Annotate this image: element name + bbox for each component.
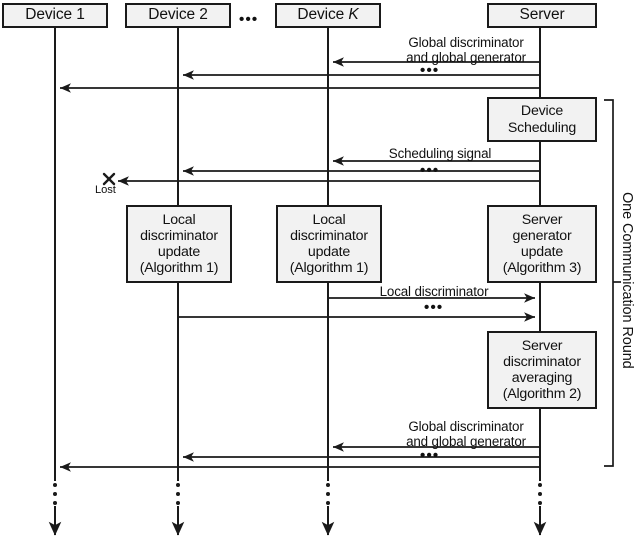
lifeline-header-device1-label: Device 1 — [25, 6, 85, 24]
message-ellipsis-global-broadcast-top: ••• — [420, 62, 440, 79]
process-box-line-3: update — [520, 244, 564, 260]
process-box-line-3: update — [157, 244, 201, 260]
message-global-broadcast-top — [59, 57, 540, 93]
process-box-line-2: Scheduling — [507, 119, 577, 136]
message-ellipsis-global-broadcast-bottom: ••• — [420, 447, 440, 464]
process-box-line-3: averaging — [511, 370, 573, 386]
process-box-line-1: Local — [162, 211, 196, 228]
header-ellipsis: ••• — [239, 11, 259, 28]
continuation-dots-device2 — [176, 483, 180, 505]
lifeline-header-server[interactable]: Server — [487, 3, 597, 28]
communication-round-label: One Communication Round — [619, 192, 635, 369]
message-label-line-1: Global discriminator — [408, 419, 524, 434]
continuation-arrows — [48, 506, 547, 536]
process-box-line-3: update — [307, 244, 351, 260]
message-label-local-discriminator-upload: Local discriminator — [334, 284, 534, 299]
process-box-local-discriminator-update-device1[interactable]: Local discriminator update (Algorithm 1) — [126, 205, 232, 283]
message-label-global-broadcast-bottom: Global discriminator and global generato… — [340, 419, 592, 449]
lost-message-label: Lost — [95, 184, 116, 196]
lifeline-header-device2[interactable]: Device 2 — [125, 3, 231, 28]
message-local-discriminator-upload — [178, 293, 536, 322]
lifeline-header-devicek[interactable]: Device K — [275, 3, 381, 28]
continuation-dots-device1 — [53, 483, 57, 505]
lifeline-header-device2-label: Device 2 — [148, 6, 208, 24]
process-box-line-4: (Algorithm 1) — [289, 260, 369, 277]
process-box-line-4: (Algorithm 1) — [139, 260, 219, 277]
message-label-line-2: and global generator — [406, 434, 526, 449]
message-label-scheduling-signal: Scheduling signal — [340, 146, 540, 161]
process-box-line-1: Local — [312, 211, 346, 228]
lifeline-header-devicek-label: Device K — [297, 7, 358, 23]
process-box-line-4: (Algorithm 2) — [502, 386, 582, 403]
process-box-line-1: Device — [520, 103, 564, 120]
continuation-dots-server — [538, 483, 542, 505]
process-box-line-2: generator — [512, 227, 572, 244]
lost-message-marker — [102, 172, 116, 186]
process-box-line-2: discriminator — [140, 227, 218, 244]
process-box-line-1: Server — [521, 337, 563, 354]
message-ellipsis-scheduling-signal: ••• — [420, 162, 440, 179]
message-label-line-1: Global discriminator — [408, 35, 524, 50]
lifeline-header-device1[interactable]: Device 1 — [2, 3, 108, 28]
message-label-global-broadcast-top: Global discriminator and global generato… — [340, 35, 592, 65]
lifeline-header-server-label: Server — [519, 6, 565, 24]
message-label-line-1: Scheduling signal — [388, 146, 492, 161]
process-box-server-generator-update[interactable]: Server generator update (Algorithm 3) — [487, 205, 597, 283]
process-box-server-discriminator-averaging[interactable]: Server discriminator averaging (Algorith… — [487, 331, 597, 409]
continuation-dots-devicek — [326, 483, 330, 505]
process-box-device-scheduling[interactable]: Device Scheduling — [487, 97, 597, 142]
message-ellipsis-local-discriminator-upload: ••• — [424, 299, 444, 316]
message-label-line-1: Local discriminator — [379, 284, 489, 299]
message-label-line-2: and global generator — [406, 50, 526, 65]
process-box-line-2: discriminator — [503, 353, 581, 370]
process-box-line-1: Server — [521, 211, 563, 228]
sequence-diagram: Device 1 Device 2 ••• Device K Server Gl… — [0, 0, 640, 543]
process-box-line-4: (Algorithm 3) — [502, 260, 582, 277]
process-box-line-2: discriminator — [290, 227, 368, 244]
message-global-broadcast-bottom — [59, 442, 540, 472]
lifeline-header-devicek-label-prefix: Device — [297, 6, 349, 24]
lifeline-header-devicek-label-italic: K — [348, 6, 359, 24]
process-box-local-discriminator-update-devicek[interactable]: Local discriminator update (Algorithm 1) — [276, 205, 382, 283]
